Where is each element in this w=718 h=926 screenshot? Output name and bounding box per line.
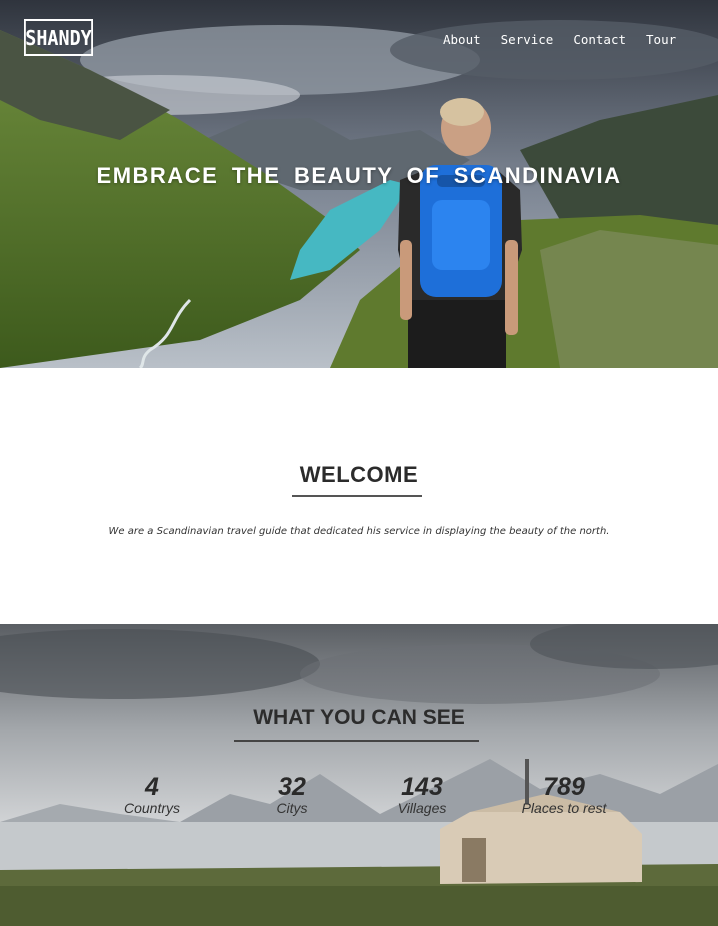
stat-label: Citys [276, 800, 308, 816]
what-you-can-see-section: WHAT YOU CAN SEE 4 Countrys 32 Citys 143… [0, 624, 718, 926]
hero-section: SHANDY About Service Contact Tour EMBRAC… [0, 0, 718, 368]
brand-logo[interactable]: SHANDY [24, 19, 93, 56]
logo-text: SHANDY [25, 25, 92, 50]
welcome-divider [292, 495, 422, 497]
nav-service-link[interactable]: Service [501, 32, 554, 47]
stat-countries: 4 Countrys [118, 774, 186, 816]
welcome-section: WELCOME We are a Scandinavian travel gui… [0, 368, 718, 624]
stat-villages: 143 Villages [392, 774, 452, 816]
stat-value: 32 [278, 773, 306, 801]
main-nav: About Service Contact Tour [443, 32, 696, 47]
stat-label: Places to rest [521, 800, 607, 816]
stat-label: Countrys [123, 800, 181, 816]
welcome-text: We are a Scandinavian travel guide that … [108, 526, 610, 537]
nav-tour-link[interactable]: Tour [646, 32, 676, 47]
hero-title: EMBRACE THE BEAUTY OF SCANDINAVIA [96, 162, 622, 188]
stat-value: 4 [145, 773, 159, 801]
stat-cities: 32 Citys [262, 774, 322, 816]
stat-places-to-rest: 789 Places to rest [516, 774, 612, 816]
stat-label: Villages [397, 800, 447, 816]
nav-contact-link[interactable]: Contact [573, 32, 626, 47]
welcome-title: WELCOME [299, 462, 419, 487]
nav-about-link[interactable]: About [443, 32, 481, 47]
see-divider [234, 740, 479, 742]
stat-value: 789 [543, 773, 585, 801]
stat-value: 143 [401, 773, 443, 801]
see-title: WHAT YOU CAN SEE [253, 706, 465, 729]
